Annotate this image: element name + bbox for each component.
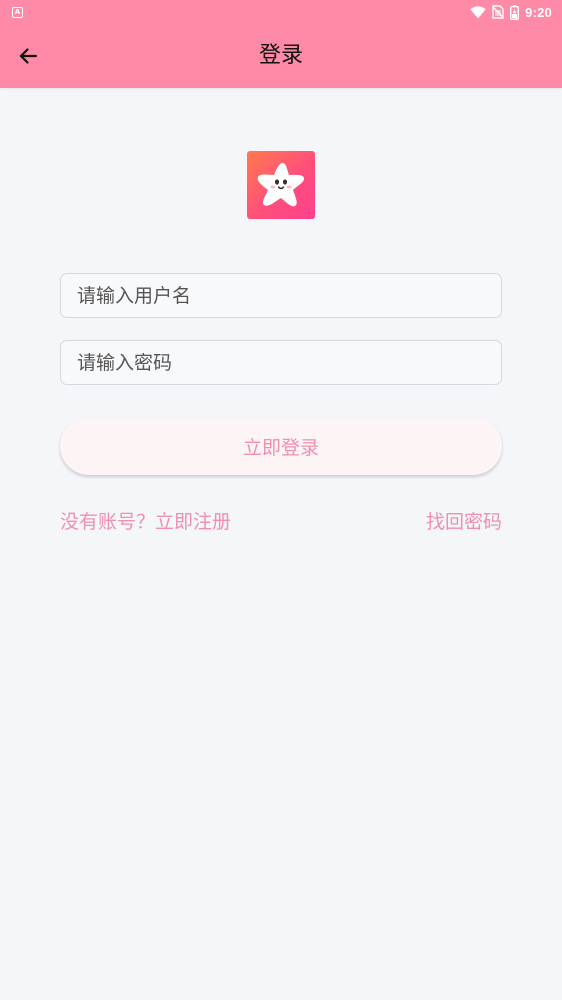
register-link[interactable]: 没有账号？立即注册 bbox=[60, 509, 231, 535]
wifi-icon bbox=[470, 5, 486, 18]
forgot-password-link[interactable]: 找回密码 bbox=[426, 509, 502, 535]
status-bar: A 9:20 bbox=[0, 0, 562, 24]
app-logo bbox=[247, 151, 315, 219]
a-badge-icon: A bbox=[12, 6, 23, 18]
app-bar: 登录 bbox=[0, 24, 562, 88]
page-title: 登录 bbox=[258, 43, 303, 68]
back-button[interactable] bbox=[10, 38, 46, 74]
no-sim-icon bbox=[492, 5, 505, 19]
login-button[interactable]: 立即登录 bbox=[60, 417, 502, 475]
battery-icon bbox=[510, 4, 520, 20]
back-arrow-icon bbox=[19, 48, 38, 64]
username-input[interactable] bbox=[60, 273, 502, 318]
status-time: 9:20 bbox=[525, 4, 552, 20]
star-mascot-icon bbox=[257, 163, 305, 207]
status-right: 9:20 bbox=[470, 4, 552, 20]
password-input[interactable] bbox=[60, 340, 502, 385]
status-left: A bbox=[12, 6, 23, 18]
